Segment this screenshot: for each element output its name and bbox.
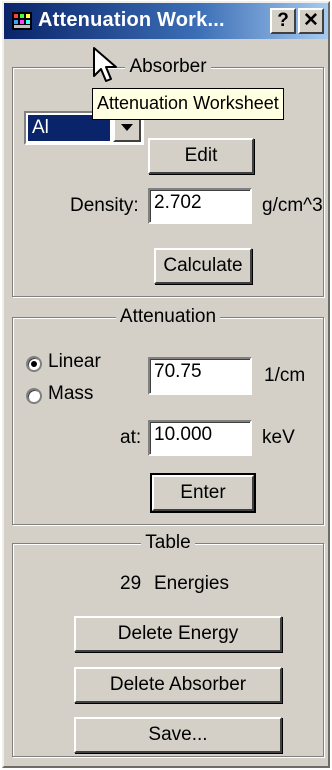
at-label: at: [120, 427, 142, 448]
energies-label: Energies [154, 573, 229, 594]
attenuation-unit: 1/cm [264, 365, 306, 386]
mass-label[interactable]: Mass [48, 383, 93, 405]
attenuation-legend: Attenuation [13, 306, 323, 328]
mouse-pointer-icon [93, 47, 117, 82]
density-label: Density: [70, 195, 139, 216]
delete-energy-button[interactable]: Delete Energy [74, 616, 282, 652]
tooltip: Attenuation Worksheet [92, 88, 284, 120]
radio-selected-dot [31, 361, 37, 367]
save-button[interactable]: Save... [74, 717, 282, 753]
close-button[interactable]: ✕ [298, 8, 324, 34]
window-title: Attenuation Work... [38, 9, 225, 31]
delete-absorber-button[interactable]: Delete Absorber [74, 667, 282, 703]
density-unit: g/cm^3 [262, 195, 323, 216]
density-field[interactable]: 2.702 [148, 188, 252, 224]
energy-field[interactable]: 10.000 [148, 420, 252, 456]
energy-unit: keV [262, 427, 295, 448]
attenuation-value-field[interactable]: 70.75 [148, 357, 252, 395]
calculate-button[interactable]: Calculate [154, 248, 252, 284]
mass-radio[interactable] [26, 388, 42, 404]
enter-button[interactable]: Enter [150, 473, 256, 513]
linear-label[interactable]: Linear [48, 351, 101, 373]
energy-count: 29 [120, 573, 142, 594]
absorber-legend: Absorber [13, 56, 323, 78]
edit-button[interactable]: Edit [148, 138, 254, 174]
help-button[interactable]: ? [270, 8, 296, 34]
table-legend: Table [13, 532, 323, 554]
app-icon [12, 12, 32, 30]
title-bar[interactable]: Attenuation Work... ? ✕ [4, 3, 328, 39]
linear-radio[interactable] [26, 356, 42, 372]
